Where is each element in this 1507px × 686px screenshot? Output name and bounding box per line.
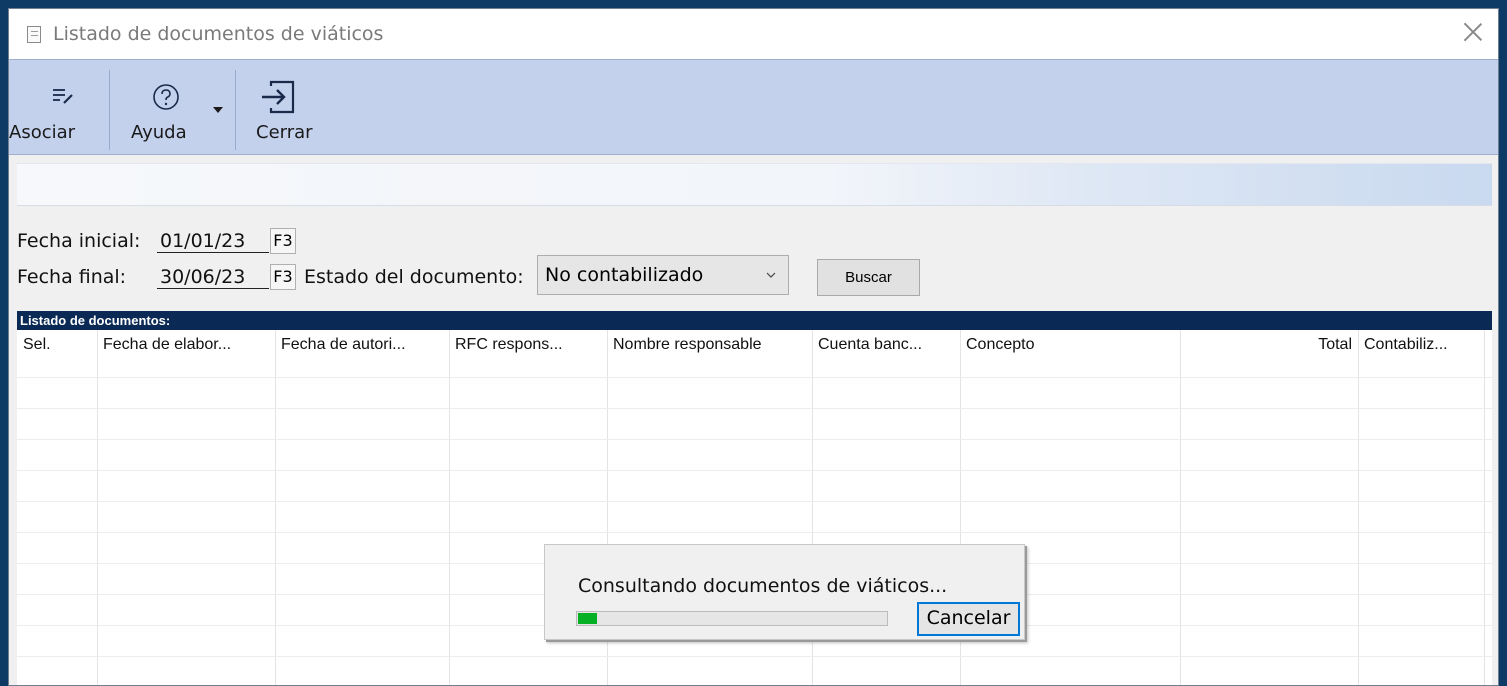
dropdown-arrow-icon[interactable] [212, 106, 224, 114]
column-header[interactable]: Cuenta banc... [812, 330, 960, 364]
ayuda-label: Ayuda [131, 122, 187, 143]
column-header[interactable]: Fecha de elabor... [97, 330, 275, 364]
close-icon[interactable] [1462, 21, 1484, 43]
buscar-button[interactable]: Buscar [817, 259, 920, 296]
title-bar: Listado de documentos de viáticos [9, 9, 1498, 59]
grid-column-divider [1358, 330, 1359, 685]
estado-select[interactable]: No contabilizado [537, 255, 789, 295]
asociar-button[interactable]: Asociar [9, 60, 109, 156]
grid-column-divider [1484, 330, 1485, 685]
grid-row-divider [17, 439, 1492, 440]
column-header[interactable]: Sel. [17, 330, 97, 364]
cerrar-button[interactable]: Cerrar [237, 60, 317, 156]
column-header[interactable]: Nombre responsable [607, 330, 812, 364]
fecha-final-field[interactable]: 30/06/23 [157, 266, 269, 289]
grid-column-divider [449, 330, 450, 685]
progress-fill [578, 613, 597, 624]
column-header[interactable]: Contabiliz... [1358, 330, 1484, 364]
asociar-label: Asociar [9, 122, 76, 143]
estado-select-value: No contabilizado [545, 264, 704, 286]
toolbar-separator [235, 70, 236, 150]
grid-column-divider [1180, 330, 1181, 685]
grid-row-divider [17, 656, 1492, 657]
progress-message: Consultando documentos de viáticos... [578, 575, 948, 597]
filter-panel: Fecha inicial: 01/01/23 F3 Fecha final: … [9, 215, 1498, 305]
ayuda-button[interactable]: Ayuda [111, 60, 235, 156]
column-header[interactable]: Fecha de autori... [275, 330, 449, 364]
chevron-down-icon [766, 272, 776, 278]
grid-column-divider [275, 330, 276, 685]
grid-row-divider [17, 532, 1492, 533]
grid-row-divider [17, 501, 1492, 502]
cancel-button[interactable]: Cancelar [917, 602, 1020, 636]
list-edit-icon [53, 89, 73, 104]
estado-label: Estado del documento: [304, 266, 524, 288]
grid-title: Listado de documentos: [17, 311, 1492, 330]
progress-bar [576, 611, 888, 626]
progress-dialog: Consultando documentos de viáticos... Ca… [544, 544, 1025, 640]
window-title: Listado de documentos de viáticos [53, 23, 384, 45]
info-band [17, 163, 1492, 206]
grid-row-divider [17, 470, 1492, 471]
main-window: Listado de documentos de viáticos Asocia… [8, 8, 1499, 686]
grid-row-divider [17, 408, 1492, 409]
help-icon [153, 84, 179, 110]
column-header[interactable]: Concepto [960, 330, 1180, 364]
exit-icon [262, 80, 295, 114]
grid-row-divider [17, 377, 1492, 378]
fecha-final-calendar-button[interactable]: F3 [270, 264, 296, 290]
grid-column-divider [97, 330, 98, 685]
column-header[interactable]: RFC respons... [449, 330, 607, 364]
document-icon [27, 26, 41, 43]
fecha-final-label: Fecha final: [17, 266, 127, 288]
fecha-inicial-calendar-button[interactable]: F3 [270, 228, 296, 254]
column-header[interactable]: Total [1180, 330, 1358, 364]
toolbar: Asociar Ayuda Cerrar [9, 59, 1498, 155]
fecha-inicial-field[interactable]: 01/01/23 [157, 230, 269, 253]
grid-header: Sel. Fecha de elabor... Fecha de autori...… [17, 330, 1492, 364]
fecha-inicial-label: Fecha inicial: [17, 230, 141, 252]
toolbar-separator [109, 70, 110, 150]
cerrar-label: Cerrar [256, 122, 313, 143]
